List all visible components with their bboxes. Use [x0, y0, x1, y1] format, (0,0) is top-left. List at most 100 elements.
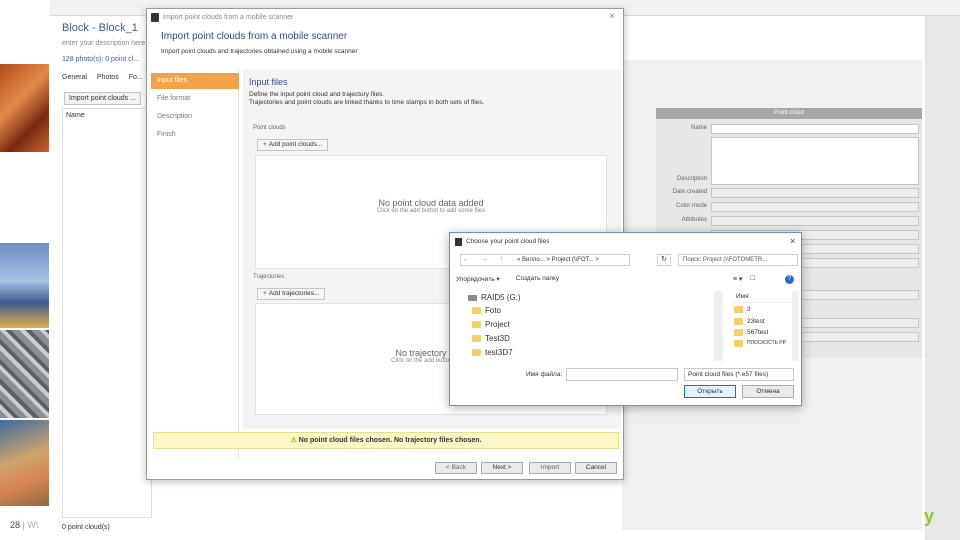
- tree-item-folder[interactable]: Test3D: [472, 332, 510, 345]
- close-icon[interactable]: ×: [790, 236, 795, 246]
- prop-color-mode-select[interactable]: [711, 202, 919, 212]
- dialog-subheading: Import point clouds and trajectories obt…: [161, 48, 358, 55]
- dialog-heading: Import point clouds from a mobile scanne…: [161, 31, 348, 42]
- tree-item-drive[interactable]: RAID5 (G:): [468, 291, 521, 304]
- pc-empty-message: No point cloud data added: [378, 198, 484, 208]
- brand-logo: y: [924, 506, 935, 526]
- organize-menu[interactable]: Упорядочить ▾: [456, 275, 500, 283]
- file-list-item-label: ПЛОСКОСТЬ PP: [747, 340, 786, 346]
- folder-icon: [734, 306, 743, 313]
- help-icon[interactable]: ?: [785, 275, 794, 284]
- tab-photos[interactable]: Photos: [97, 74, 119, 81]
- add-trajectories-button[interactable]: + Add trajectories...: [257, 288, 326, 300]
- file-list[interactable]: Имя 3 23test 567test ПЛОСКОСТЬ PP: [732, 291, 798, 361]
- app-icon: [151, 13, 159, 22]
- folder-icon: [734, 340, 743, 347]
- warning-bar: ⚠ No point cloud files chosen. No trajec…: [153, 432, 619, 449]
- block-tabs: General Photos Fo...: [62, 74, 143, 81]
- filename-input[interactable]: [566, 368, 678, 381]
- wizard-step-description[interactable]: Description: [151, 109, 239, 125]
- prop-label-color-mode: Color mode: [675, 203, 707, 209]
- file-list-item[interactable]: ПЛОСКОСТЬ PP: [734, 338, 800, 349]
- file-list-scrollbar[interactable]: [792, 291, 799, 361]
- wizard-step-input-files[interactable]: Input files: [151, 73, 239, 89]
- back-button[interactable]: < Back: [435, 462, 477, 474]
- folder-icon: [472, 307, 481, 314]
- view-options: ≡ ▾ □: [733, 275, 755, 283]
- status-bar-text: 0 point cloud(s): [62, 524, 110, 531]
- industrial-plant-photo: [0, 330, 49, 418]
- plus-icon: +: [263, 290, 267, 297]
- block-info: 128 photo(s); 0 point cl...: [62, 56, 140, 63]
- block-title: Block - Block_1: [62, 22, 138, 34]
- tree-item-folder[interactable]: Project: [472, 318, 510, 331]
- add-point-clouds-button[interactable]: + Add point clouds...: [257, 139, 329, 151]
- tree-item-folder[interactable]: test3D7: [472, 346, 513, 359]
- tab-general[interactable]: General: [62, 74, 87, 81]
- wizard-step-file-format[interactable]: File format: [151, 91, 239, 107]
- prop-attributes-field: [711, 216, 919, 226]
- filename-label: Имя файла:: [526, 371, 563, 378]
- new-folder-button[interactable]: Создать папку: [516, 275, 559, 283]
- folder-icon: [734, 329, 743, 336]
- pc-empty-hint: Click on the add button to add some file…: [376, 208, 486, 214]
- point-cloud-list[interactable]: [62, 108, 152, 518]
- search-input[interactable]: Поиск: Project (\\FOTOMETR...: [678, 254, 798, 266]
- folder-icon: [472, 321, 481, 328]
- file-list-header[interactable]: Имя: [732, 291, 798, 303]
- tree-item-label: test3D7: [485, 348, 513, 357]
- tree-item-label: RAID5 (G:): [481, 293, 521, 302]
- import-button[interactable]: Import: [529, 462, 571, 474]
- preview-pane-icon[interactable]: □: [751, 275, 755, 283]
- address-bar[interactable]: « Вилло... > Project (\\FOT... >: [460, 254, 630, 266]
- tab-more[interactable]: Fo...: [129, 74, 143, 81]
- city-night-photo: [0, 243, 49, 328]
- file-chooser-title: Choose your point cloud files: [466, 238, 550, 245]
- trajectories-group-label: Trajectories: [253, 274, 285, 280]
- add-point-clouds-label: Add point clouds...: [268, 141, 323, 148]
- step-description-line-2: Trajectories and point clouds are linked…: [249, 99, 485, 106]
- refresh-icon[interactable]: ↻: [657, 254, 671, 266]
- block-description[interactable]: enter your description here: [62, 40, 145, 47]
- warning-icon: ⚠: [290, 437, 297, 444]
- view-mode-icon[interactable]: ≡ ▾: [733, 275, 743, 283]
- tree-item-label: Project: [485, 320, 510, 329]
- tree-item-label: Test3D: [485, 334, 510, 343]
- open-button[interactable]: Открыть: [684, 385, 736, 398]
- file-chooser-dialog: Choose your point cloud files × ← → ↑ « …: [449, 232, 802, 406]
- step-description-line-1: Define the input point cloud and traject…: [249, 91, 385, 98]
- dialog-window-title: Import point clouds from a mobile scanne…: [163, 14, 294, 21]
- slide-page-number: 28 | W\: [10, 520, 39, 530]
- list-header-name: Name: [66, 112, 85, 119]
- prop-label-name: Name: [690, 125, 707, 131]
- tree-scrollbar[interactable]: [714, 291, 723, 361]
- prop-label-attributes: Attributes: [681, 217, 707, 223]
- prop-date-field: [711, 188, 919, 198]
- cancel-button[interactable]: Cancel: [575, 462, 617, 474]
- wizard-step-finish[interactable]: Finish: [151, 127, 239, 143]
- prop-name-field[interactable]: [711, 124, 919, 134]
- prop-label-description: Description: [676, 176, 707, 182]
- properties-header: Point cloud: [656, 108, 922, 119]
- tree-item-folder[interactable]: Foto: [472, 304, 501, 317]
- file-chooser-toolbar: Упорядочить ▾ Создать папку: [456, 275, 559, 283]
- prop-label-date: Date created: [672, 189, 707, 195]
- next-button[interactable]: Next >: [481, 462, 523, 474]
- file-type-select[interactable]: Point cloud files (*.e57 files): [684, 368, 794, 381]
- file-list-item[interactable]: 3: [734, 303, 800, 316]
- mars-rover-photo: [0, 64, 49, 152]
- app-icon: [455, 238, 462, 246]
- import-point-clouds-button[interactable]: Import point clouds ...: [64, 92, 141, 105]
- step-title: Input files: [249, 77, 288, 87]
- plus-icon: +: [263, 141, 267, 148]
- folder-icon: [472, 349, 481, 356]
- close-icon[interactable]: ×: [609, 11, 615, 22]
- prop-description-field[interactable]: [711, 137, 919, 185]
- add-trajectories-label: Add trajectories...: [268, 290, 320, 297]
- cancel-button[interactable]: Отмена: [742, 385, 794, 398]
- drive-icon: [468, 294, 477, 301]
- folder-icon: [472, 335, 481, 342]
- step-description: Define the input point cloud and traject…: [249, 91, 549, 107]
- aerial-city-photo: [0, 420, 49, 506]
- warning-text: No point cloud files chosen. No trajecto…: [298, 437, 482, 444]
